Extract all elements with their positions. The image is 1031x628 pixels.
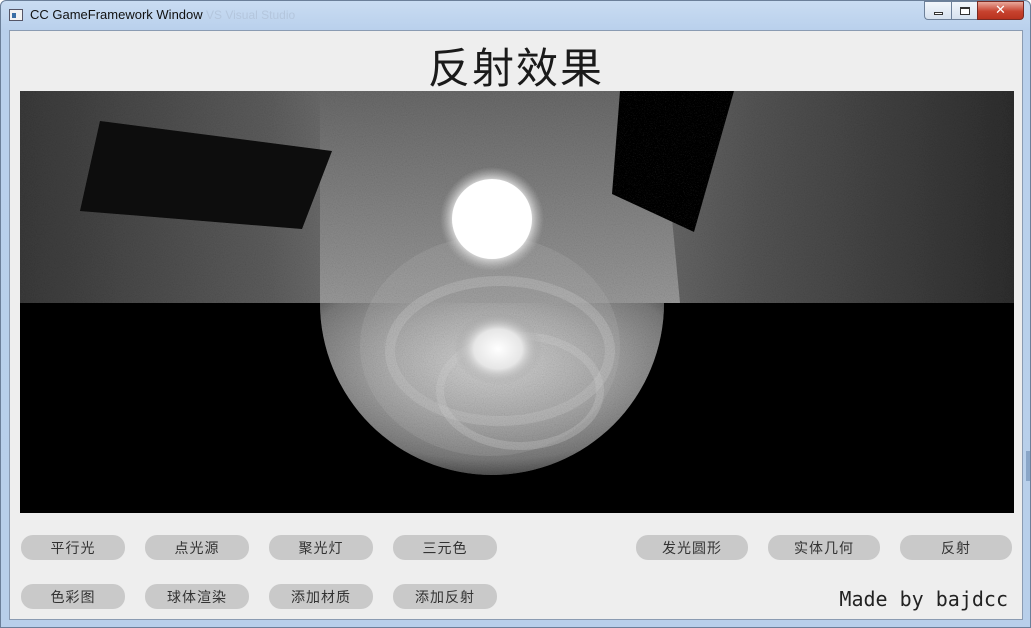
minimize-icon bbox=[933, 12, 943, 15]
rendered-scene bbox=[20, 91, 1014, 475]
minimize-button[interactable] bbox=[924, 1, 951, 20]
button-add-material[interactable]: 添加材质 bbox=[269, 584, 373, 609]
button-directional-light[interactable]: 平行光 bbox=[21, 535, 125, 560]
app-window: CC GameFramework Window VS Visual Studio… bbox=[0, 0, 1031, 628]
close-icon: ✕ bbox=[995, 3, 1006, 18]
render-canvas[interactable] bbox=[20, 91, 1014, 513]
button-three-primary[interactable]: 三元色 bbox=[393, 535, 497, 560]
title-bar[interactable]: CC GameFramework Window VS Visual Studio… bbox=[1, 1, 1030, 29]
maximize-icon bbox=[959, 6, 970, 15]
page-title: 反射效果 bbox=[427, 44, 604, 93]
window-controls: ✕ bbox=[924, 1, 1024, 21]
button-spot-light[interactable]: 聚光灯 bbox=[269, 535, 373, 560]
button-reflection[interactable]: 反射 bbox=[900, 535, 1012, 560]
button-add-reflection[interactable]: 添加反射 bbox=[393, 584, 497, 609]
button-color-map[interactable]: 色彩图 bbox=[21, 584, 125, 609]
client-area: 反射效果 平行光 点光源 聚光灯 三元色 发光圆形 实体几何 反射 色彩图 球体… bbox=[9, 30, 1023, 620]
author-credit: Made by bajdcc bbox=[839, 587, 1008, 611]
button-glowing-circle[interactable]: 发光圆形 bbox=[636, 535, 748, 560]
app-window-icon[interactable] bbox=[9, 9, 23, 21]
maximize-button[interactable] bbox=[951, 1, 977, 20]
button-solid-geometry[interactable]: 实体几何 bbox=[768, 535, 880, 560]
button-point-light[interactable]: 点光源 bbox=[145, 535, 249, 560]
button-sphere-render[interactable]: 球体渲染 bbox=[145, 584, 249, 609]
close-button[interactable]: ✕ bbox=[977, 1, 1024, 20]
background-window-title: VS Visual Studio bbox=[206, 8, 296, 22]
background-window-edge bbox=[1026, 451, 1030, 481]
window-title: CC GameFramework Window bbox=[30, 7, 203, 22]
